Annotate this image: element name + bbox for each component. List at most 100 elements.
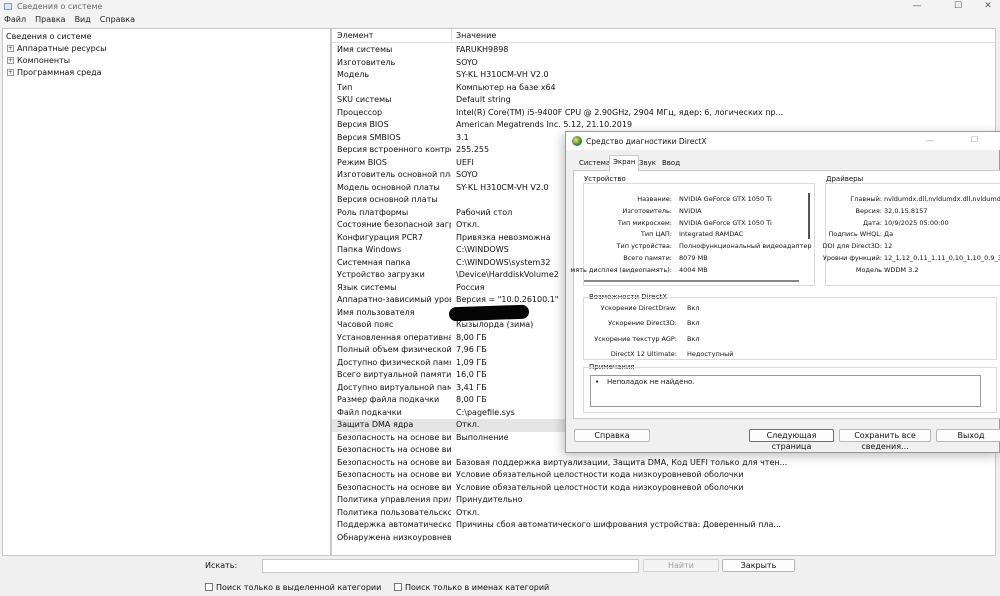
column-header-value[interactable]: Значение — [456, 31, 496, 40]
tree-root-label: Сведения о системе — [6, 32, 92, 41]
property-value: Да — [884, 230, 894, 239]
row-item: Размер файла подкачки — [337, 395, 440, 404]
tab-system[interactable]: Система — [576, 157, 613, 171]
row-value: FARUKH9898 — [456, 45, 509, 54]
tab-display[interactable]: Экран — [609, 155, 640, 171]
expand-icon[interactable]: + — [7, 57, 14, 64]
table-row[interactable]: Поддержка автоматического ... Причины сбо… — [332, 519, 995, 532]
exit-button[interactable]: Выход — [936, 429, 1000, 442]
property-value: NVIDIA — [679, 206, 702, 215]
row-item: SKU системы — [337, 95, 392, 104]
category-names-checkbox[interactable] — [394, 583, 402, 591]
notes-box[interactable]: • Неполадок не найдено. — [590, 375, 981, 407]
directx-window: Средство диагностики DirectX — ☐ Система… — [565, 131, 1000, 453]
row-item: Процессор — [337, 107, 383, 117]
property-key: Ускорение текстур AGP: — [594, 334, 677, 343]
minimize-button[interactable]: — — [906, 1, 928, 11]
row-item: Тип — [337, 82, 353, 92]
table-row[interactable]: Процессор Intel(R) Core(TM) i5-9400F CPU … — [332, 107, 995, 120]
next-page-button[interactable]: Следующая страница — [749, 429, 834, 451]
table-row[interactable]: Безопасность на основе вирту... Условие о… — [332, 482, 995, 495]
property-value: Integrated RAMDAC — [679, 230, 744, 239]
selected-category-checkbox[interactable] — [205, 583, 213, 591]
table-row[interactable]: Изготовитель SOYO — [332, 57, 995, 70]
row-item: Политика управления прилож... — [337, 495, 451, 504]
row-value: SOYO — [456, 57, 478, 67]
property-value: Недоступный — [687, 349, 734, 358]
tab-sound[interactable]: Звук — [636, 157, 659, 171]
property-value: 8079 MB — [679, 254, 708, 262]
row-item: Всего виртуальной памяти — [337, 370, 451, 379]
property-value: Вкл — [687, 319, 700, 328]
directx-title: Средство диагностики DirectX — [586, 137, 707, 146]
row-value: Условие обязательной целостности кода ни… — [456, 470, 744, 479]
close-button[interactable]: ✕ — [977, 1, 999, 11]
category-names-label: Поиск только в именах категорий — [405, 583, 550, 592]
row-item: Доступно виртуальной памяти — [337, 382, 451, 392]
row-item: Роль платформы — [337, 207, 409, 217]
help-button[interactable]: Справка — [574, 429, 650, 442]
property-key: Тип ЦАП: — [640, 230, 672, 239]
find-button[interactable]: Найти — [643, 559, 719, 572]
property-value: nvldumdx.dll,nvldumdx.dll,nvldumdx.dl — [884, 195, 1000, 203]
tree-item-label: Компоненты — [17, 56, 71, 65]
category-tree[interactable]: Сведения о системе + Аппаратные ресурсы +… — [2, 28, 331, 556]
row-item: Имя пользователя — [337, 307, 415, 317]
table-row[interactable]: Безопасность на основе вирту... Базовая п… — [332, 457, 995, 470]
row-item: Безопасность на основе вирту... — [337, 445, 451, 454]
table-row[interactable]: Тип Компьютер на базе x64 — [332, 82, 995, 95]
tree-item-system-summary[interactable]: Сведения о системе — [6, 31, 91, 42]
row-item: Защита DMA ядра — [337, 420, 414, 429]
property-key: Всего памяти: — [623, 254, 672, 262]
search-label: Искать: — [205, 561, 238, 570]
property-key: Модель — [855, 265, 882, 274]
tree-item-software[interactable]: + Программная среда — [7, 67, 102, 78]
property-key: мять дисплея (видеопамять): — [570, 265, 672, 274]
column-divider[interactable] — [451, 29, 452, 43]
expand-icon[interactable]: + — [7, 69, 14, 76]
drivers-group-label: Драйверы — [825, 175, 865, 183]
tree-item-hardware[interactable]: + Аппаратные ресурсы — [7, 43, 106, 54]
search-input[interactable] — [262, 559, 639, 573]
property-key: Ускорение Direct3D: — [608, 319, 677, 328]
table-row[interactable]: Политика пользовательского... Откл. — [332, 507, 995, 520]
table-row[interactable]: SKU системы Default string — [332, 94, 995, 107]
property-value: 12_1,12_0,11_1,11_0,10_1,10_0,9_3 — [884, 254, 1000, 262]
title-bar: Сведения о системе — ☐ ✕ — [0, 0, 1000, 13]
close-search-button[interactable]: Закрыть — [722, 559, 795, 572]
selected-category-label: Поиск только в выделенной категории — [216, 583, 382, 592]
table-row[interactable]: Безопасность на основе вирту... Условие о… — [332, 469, 995, 482]
notes-bullet: • — [595, 378, 600, 386]
save-all-button[interactable]: Сохранить все сведения... — [839, 429, 931, 451]
row-value: Принудительно — [456, 495, 523, 504]
row-item: Папка Windows — [337, 245, 402, 254]
device-hscrollbar[interactable] — [584, 280, 799, 282]
property-key: Тип устройства: — [616, 242, 672, 251]
row-value: Условие обязательной целостности кода ни… — [456, 482, 744, 492]
column-header-item[interactable]: Элемент — [337, 31, 373, 40]
row-item: Изготовитель — [337, 57, 396, 67]
maximize-button[interactable]: ☐ — [947, 1, 969, 11]
directx-minimize-button[interactable]: — — [926, 136, 934, 145]
property-key: Название: — [637, 195, 672, 203]
menu-bar: Файл Правка Вид Справка — [0, 13, 1000, 27]
table-row[interactable]: Имя системы FARUKH9898 — [332, 44, 995, 57]
menu-help[interactable]: Справка — [100, 15, 135, 24]
table-row[interactable]: Политика управления прилож... Принудитель… — [332, 494, 995, 507]
tree-item-components[interactable]: + Компоненты — [7, 55, 70, 66]
window-title: Сведения о системе — [17, 2, 103, 11]
directx-maximize-button[interactable]: ☐ — [971, 135, 978, 144]
redaction-mark — [448, 304, 530, 322]
expand-icon[interactable]: + — [7, 45, 14, 52]
table-row[interactable]: Модель SY-KL H310CM-VH V2.0 — [332, 69, 995, 82]
row-item: Модель основной платы — [337, 182, 440, 192]
row-item: Доступно физической памяти — [337, 357, 451, 367]
table-row[interactable]: Обнаружена низкоуровневая ... — [332, 532, 995, 545]
menu-file[interactable]: Файл — [4, 15, 26, 24]
row-item: Версия основной платы — [337, 195, 438, 204]
menu-view[interactable]: Вид — [75, 15, 91, 24]
menu-edit[interactable]: Правка — [35, 15, 65, 24]
tab-input[interactable]: Ввод — [659, 157, 683, 171]
table-row[interactable]: Версия BIOS American Megatrends Inc. 5.12… — [332, 119, 995, 132]
row-item: Модель — [337, 70, 370, 79]
